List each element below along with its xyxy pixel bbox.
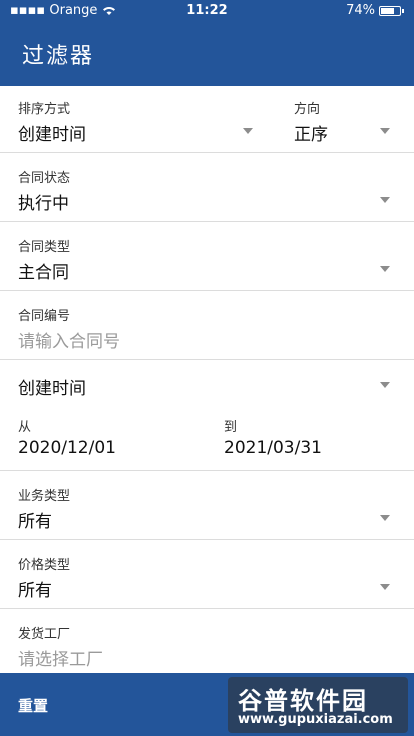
reset-button[interactable]: 重置 [18,695,48,716]
chevron-down-icon[interactable] [243,128,253,134]
chevron-down-icon[interactable] [380,197,390,203]
chevron-down-icon[interactable] [380,515,390,521]
battery-indicator: 74% [346,3,404,18]
factory-label: 发货工厂 [18,627,71,642]
contract-status-select[interactable]: 执行中 [18,189,69,214]
price-type-label: 价格类型 [18,558,71,573]
price-type-select[interactable]: 所有 [18,576,52,601]
sort-section: 排序方式 创建时间 方向 正序 [0,86,414,153]
bottom-bar: 重置 谷普软件园 www.gupuxiazai.com [0,673,414,736]
watermark-title: 谷普软件园 [238,687,368,715]
direction-select[interactable]: 正序 [294,120,328,145]
direction-label: 方向 [294,102,321,117]
contract-type-section: 合同类型 主合同 [0,222,414,291]
contract-no-section: 合同编号 请输入合同号 [0,291,414,360]
contract-type-select[interactable]: 主合同 [18,258,69,283]
filter-form: 排序方式 创建时间 方向 正序 合同状态 执行中 合同类型 主合同 合同编号 请… [0,86,414,673]
price-type-section: 价格类型 所有 [0,540,414,609]
chevron-down-icon[interactable] [380,584,390,590]
app-header: 过滤器 [0,22,414,86]
factory-input[interactable]: 请选择工厂 [18,645,103,670]
business-type-label: 业务类型 [18,489,71,504]
sort-select[interactable]: 创建时间 [18,120,86,145]
chevron-down-icon[interactable] [380,266,390,272]
sort-label: 排序方式 [18,102,71,117]
battery-percent: 74% [346,3,375,18]
contract-type-label: 合同类型 [18,240,71,255]
date-section: 创建时间 从 2020/12/01 到 2021/03/31 [0,360,414,471]
battery-icon [379,5,401,16]
chevron-down-icon[interactable] [380,128,390,134]
contract-status-label: 合同状态 [18,171,71,186]
contract-no-input[interactable]: 请输入合同号 [18,327,120,352]
chevron-down-icon[interactable] [380,382,390,388]
status-bar: ▪▪▪▪ Orange 11:22 74% [0,0,414,22]
contract-no-label: 合同编号 [18,309,71,324]
factory-section: 发货工厂 请选择工厂 [0,609,414,673]
contract-status-section: 合同状态 执行中 [0,153,414,222]
from-date[interactable]: 2020/12/01 [18,438,116,458]
to-label: 到 [224,420,238,435]
business-type-select[interactable]: 所有 [18,507,52,532]
page-title: 过滤器 [22,44,95,69]
date-field-select[interactable]: 创建时间 [18,374,86,399]
from-label: 从 [18,420,32,435]
to-date[interactable]: 2021/03/31 [224,438,322,458]
watermark: 谷普软件园 www.gupuxiazai.com [228,677,408,733]
business-type-section: 业务类型 所有 [0,471,414,540]
watermark-url: www.gupuxiazai.com [238,712,393,727]
